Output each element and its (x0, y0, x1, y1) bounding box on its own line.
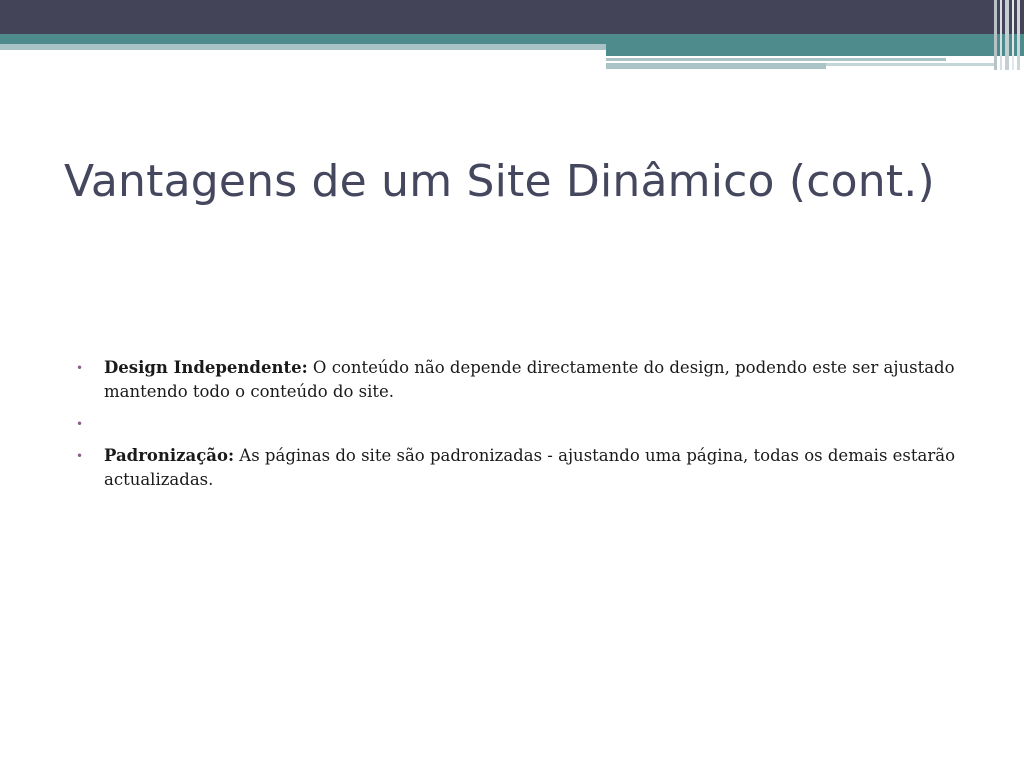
bullet-list: • Design Independente: O conteúdo não de… (76, 356, 956, 500)
header-band-teal (0, 34, 1024, 44)
vertical-stripe (1017, 0, 1020, 70)
header-band-dark (0, 0, 1024, 34)
header-band-right-line (606, 63, 826, 69)
bullet-icon: • (76, 449, 84, 463)
vertical-stripe (1012, 0, 1014, 70)
header-band-right-block (606, 44, 1024, 56)
bullet-icon: • (76, 417, 84, 431)
list-item-term: Padronização: (104, 446, 235, 465)
slide-title: Vantagens de um Site Dinâmico (cont.) (64, 156, 935, 207)
vertical-stripe (994, 0, 997, 70)
bullet-icon: • (76, 361, 84, 375)
header-band-right-line (826, 63, 996, 66)
header-vertical-stripes (994, 0, 1024, 70)
list-item: • Design Independente: O conteúdo não de… (76, 356, 956, 404)
list-item-empty: • (76, 412, 956, 436)
header-band-light (0, 44, 606, 50)
slide: Vantagens de um Site Dinâmico (cont.) • … (0, 0, 1024, 768)
list-item: • Padronização: As páginas do site são p… (76, 444, 956, 492)
vertical-stripe (1005, 0, 1009, 70)
vertical-stripe (1000, 0, 1002, 70)
list-item-term: Design Independente: (104, 358, 308, 377)
header-band-right-line (606, 58, 946, 61)
